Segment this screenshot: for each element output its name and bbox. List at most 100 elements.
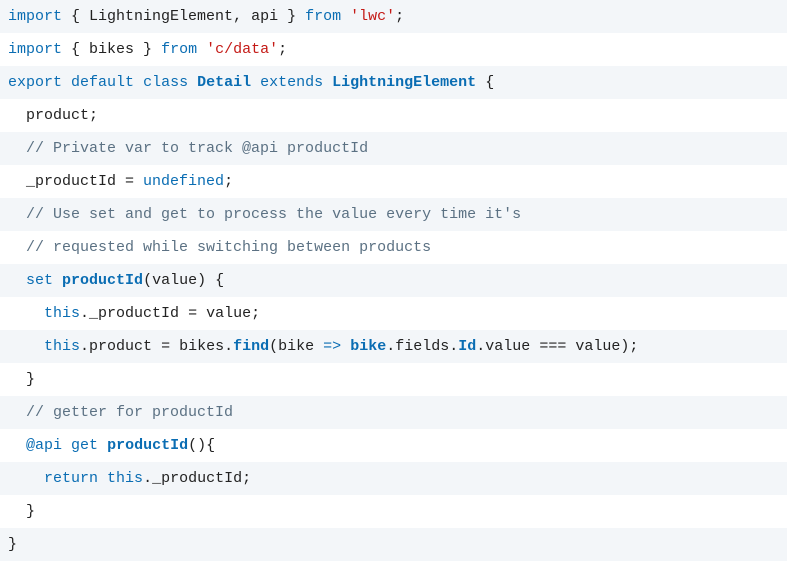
code-token: . (386, 338, 395, 355)
code-token (341, 338, 350, 355)
code-token: @api (26, 437, 62, 454)
code-token: set (26, 272, 53, 289)
code-token: from (161, 41, 197, 58)
code-token: // getter for productId (26, 404, 233, 421)
code-token: value (575, 338, 620, 355)
code-token: export (8, 74, 62, 91)
code-token: product (89, 338, 152, 355)
code-token: this (44, 305, 80, 322)
code-token: . (224, 338, 233, 355)
code-token: from (305, 8, 341, 25)
code-token: find (233, 338, 269, 355)
code-token: ; (89, 107, 98, 124)
code-token: . (143, 470, 152, 487)
code-token: 'lwc' (350, 8, 395, 25)
code-token: ); (620, 338, 638, 355)
code-token: LightningElement (89, 8, 233, 25)
code-line: // getter for productId (0, 396, 787, 429)
code-line: // Private var to track @api productId (0, 132, 787, 165)
code-token: _productId (89, 305, 179, 322)
code-token: (){ (188, 437, 215, 454)
code-token: // Private var to track @api productId (26, 140, 368, 157)
code-token: this (107, 470, 143, 487)
code-token: ; (395, 8, 404, 25)
code-token: } (134, 41, 161, 58)
code-token: default (71, 74, 134, 91)
code-token: // requested while switching between pro… (26, 239, 431, 256)
code-token: extends (260, 74, 323, 91)
code-token: get (71, 437, 98, 454)
code-line: return this._productId; (0, 462, 787, 495)
code-token: _productId (26, 173, 116, 190)
code-token: = (116, 173, 143, 190)
code-token: 'c/data' (206, 41, 278, 58)
code-token: bike (350, 338, 386, 355)
code-token (314, 338, 323, 355)
code-token (62, 74, 71, 91)
code-token: } (278, 8, 305, 25)
code-token (341, 8, 350, 25)
code-line: import { bikes } from 'c/data'; (0, 33, 787, 66)
code-token: value (152, 272, 197, 289)
code-token: this (44, 338, 80, 355)
code-token: => (323, 338, 341, 355)
code-token: , (233, 8, 251, 25)
code-token: ) { (197, 272, 224, 289)
code-token: undefined (143, 173, 224, 190)
code-token: fields (395, 338, 449, 355)
code-token (197, 41, 206, 58)
code-line: // Use set and get to process the value … (0, 198, 787, 231)
code-line: product; (0, 99, 787, 132)
code-token: ; (224, 173, 233, 190)
code-token: _productId (152, 470, 242, 487)
code-token: . (80, 338, 89, 355)
code-token: = (179, 305, 206, 322)
code-line: // requested while switching between pro… (0, 231, 787, 264)
code-token: // Use set and get to process the value … (26, 206, 521, 223)
code-token: ; (278, 41, 287, 58)
code-token (251, 74, 260, 91)
code-token: api (251, 8, 278, 25)
code-token: return (44, 470, 98, 487)
code-token: import (8, 8, 62, 25)
code-token: === (530, 338, 575, 355)
code-token: } (8, 536, 17, 553)
code-line: set productId(value) { (0, 264, 787, 297)
code-token (134, 74, 143, 91)
code-token: Id (458, 338, 476, 355)
code-token: . (80, 305, 89, 322)
code-token: LightningElement (332, 74, 476, 91)
code-token: value (206, 305, 251, 322)
code-token: productId (62, 272, 143, 289)
code-token: product (26, 107, 89, 124)
code-token: Detail (197, 74, 251, 91)
code-line: this._productId = value; (0, 297, 787, 330)
code-line: } (0, 495, 787, 528)
code-line: _productId = undefined; (0, 165, 787, 198)
code-token: ; (251, 305, 260, 322)
code-token: productId (107, 437, 188, 454)
code-token: value (485, 338, 530, 355)
code-token: bikes (89, 41, 134, 58)
code-token (323, 74, 332, 91)
code-line: } (0, 528, 787, 561)
code-token: ( (143, 272, 152, 289)
code-token: ( (269, 338, 278, 355)
code-token: { (62, 41, 89, 58)
code-token: import (8, 41, 62, 58)
code-token (98, 470, 107, 487)
code-line: @api get productId(){ (0, 429, 787, 462)
code-token (62, 437, 71, 454)
code-token: class (143, 74, 188, 91)
code-token: bikes (179, 338, 224, 355)
code-token: bike (278, 338, 314, 355)
code-token (53, 272, 62, 289)
code-line: export default class Detail extends Ligh… (0, 66, 787, 99)
code-token: } (26, 503, 35, 520)
code-token: { (476, 74, 494, 91)
code-token: ; (242, 470, 251, 487)
code-token: . (449, 338, 458, 355)
code-token: . (476, 338, 485, 355)
code-line: } (0, 363, 787, 396)
code-token: } (26, 371, 35, 388)
